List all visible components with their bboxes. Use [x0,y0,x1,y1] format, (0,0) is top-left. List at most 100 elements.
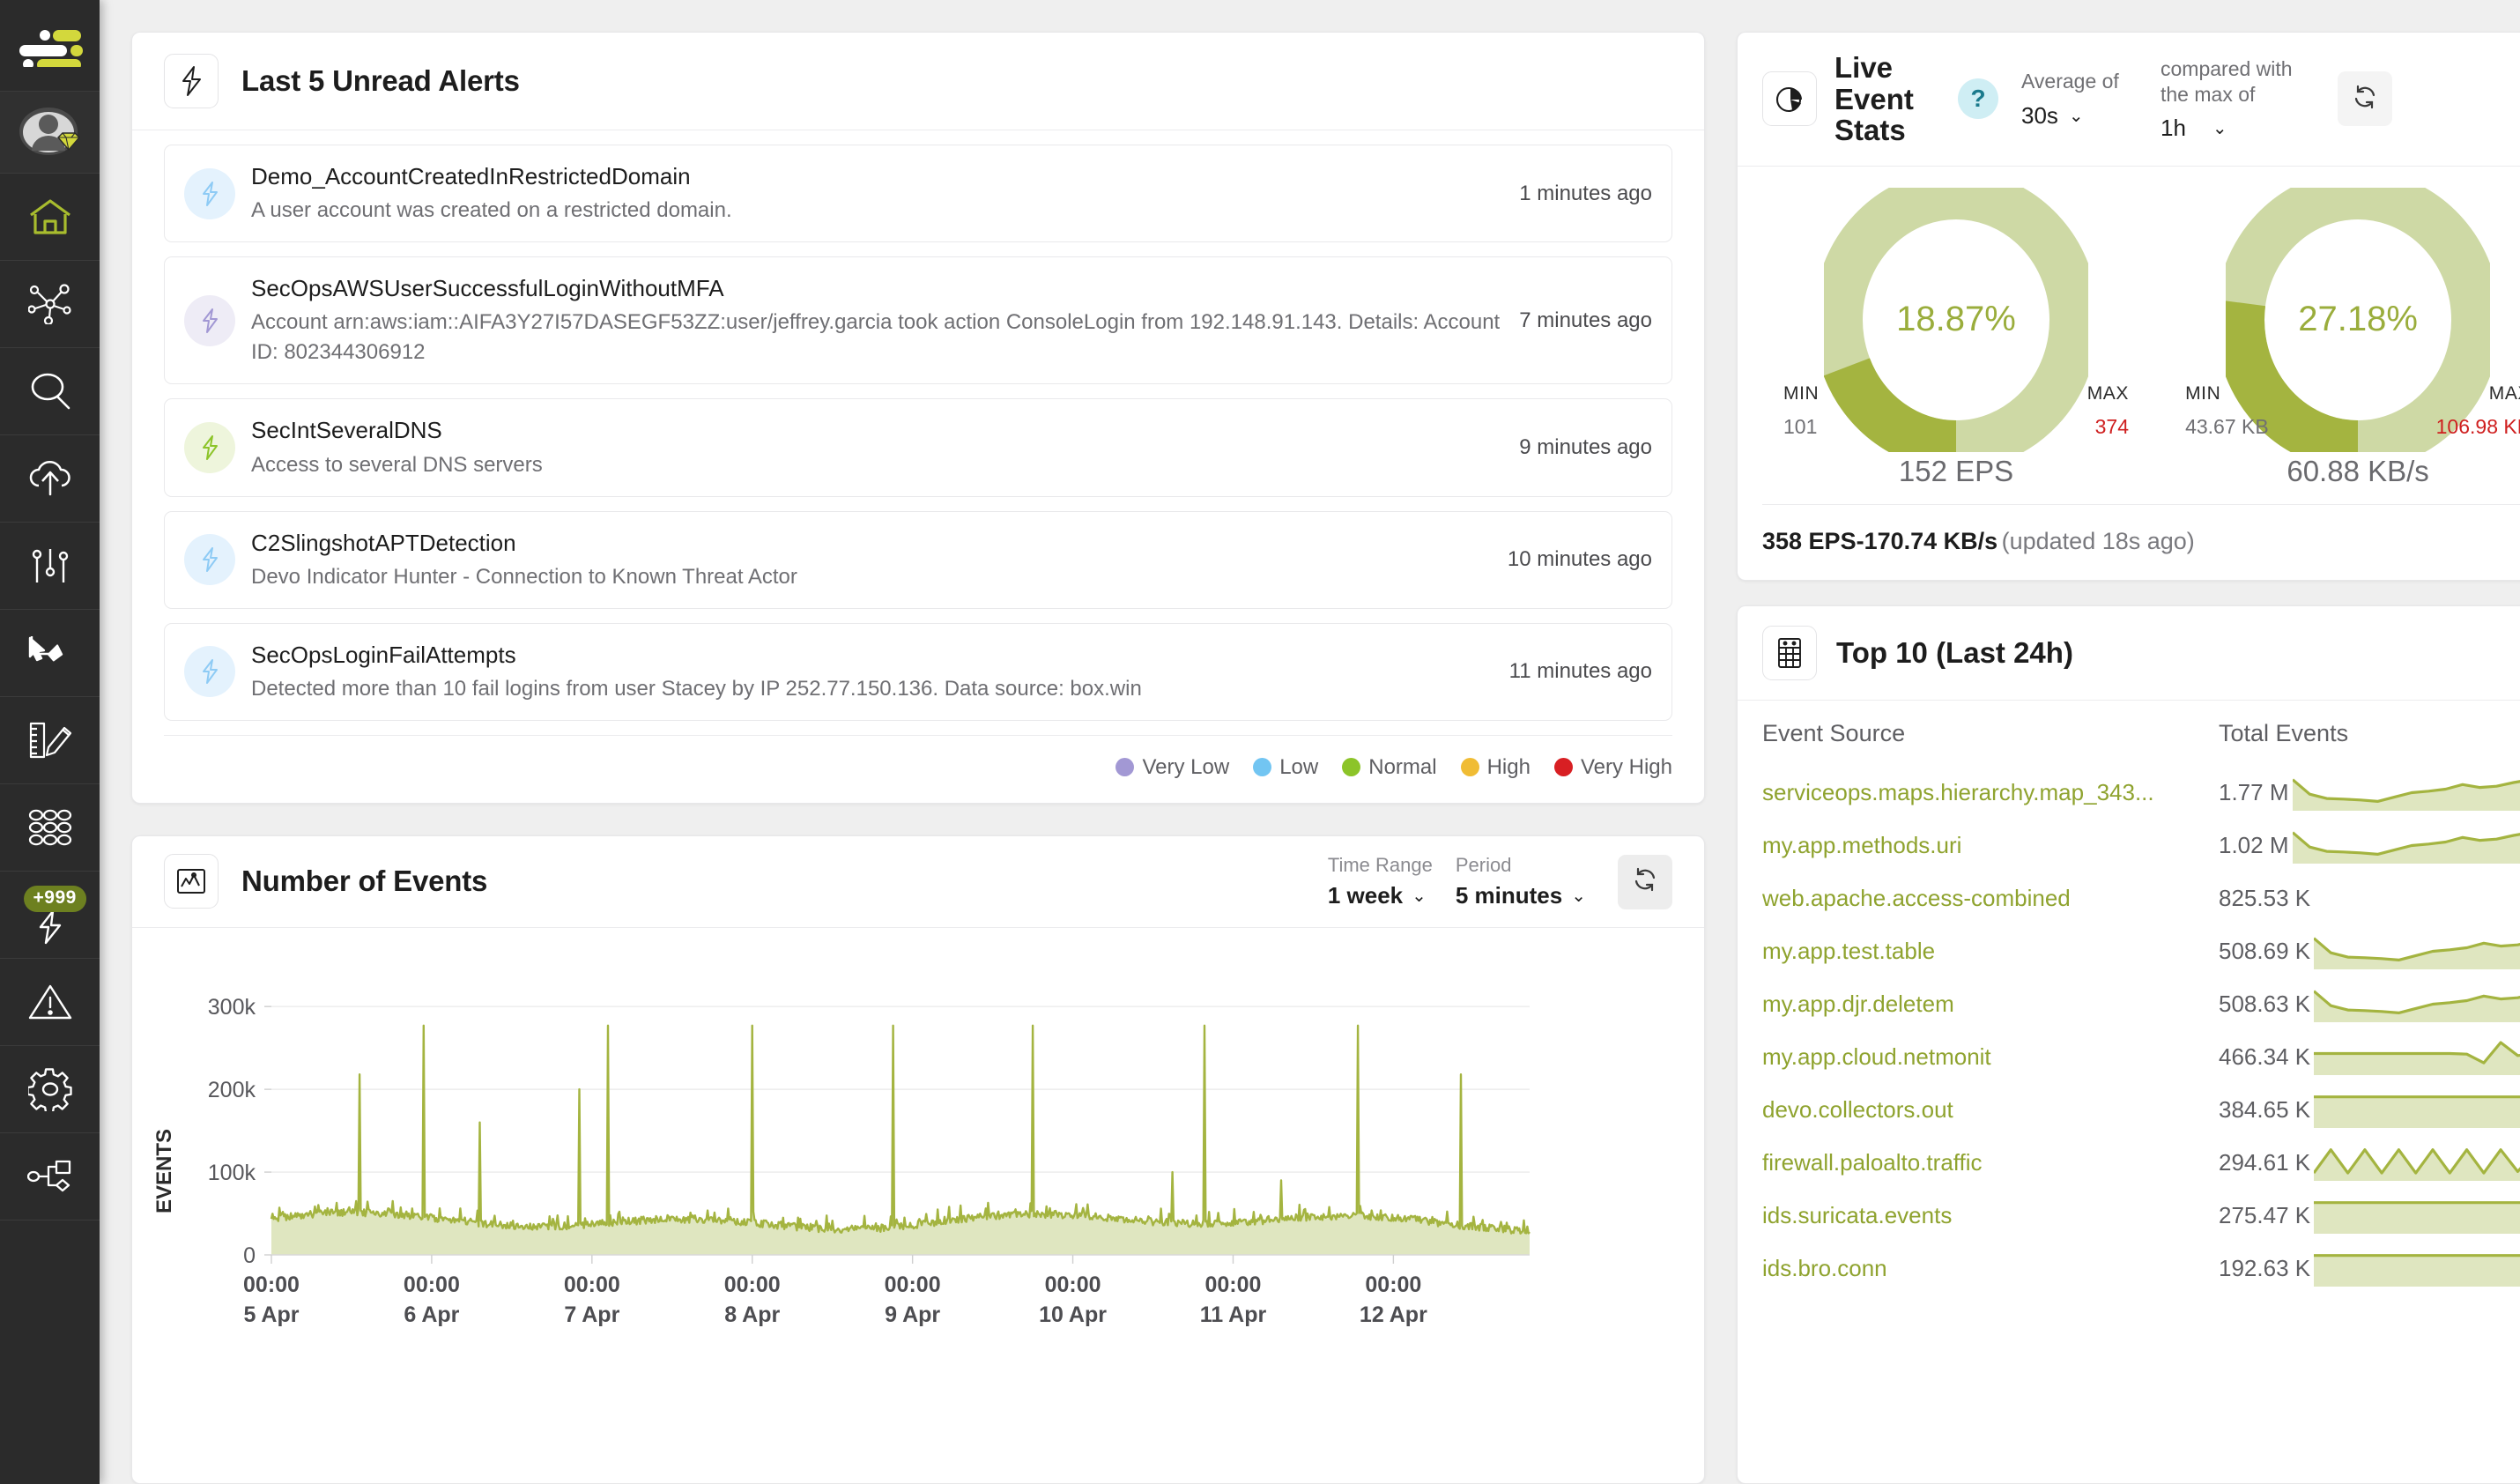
table-row[interactable]: devo.collectors.out 384.65 K [1762,1084,2520,1137]
throughput-donut: 27.18% MIN 43.67 KB MAX 106.98 KB 60.88 … [2157,169,2520,488]
chevron-down-icon: ⌄ [1571,886,1586,906]
table-row[interactable]: firewall.paloalto.traffic 294.61 K [1762,1137,2520,1190]
period-value[interactable]: 5 minutes ⌄ [1456,882,1586,909]
time-range-control[interactable]: Time Range 1 week ⌄ [1328,854,1433,909]
time-range-value[interactable]: 1 week ⌄ [1328,882,1433,909]
table-header-row: Event Source Total Events [1762,720,2520,767]
x-tick-time: 00:00 [1204,1273,1261,1297]
table-row[interactable]: ids.bro.conn 192.63 K [1762,1243,2520,1295]
table-row[interactable]: my.app.djr.deletem 508.63 K [1762,978,2520,1031]
alert-title: SecIntSeveralDNS [251,417,442,444]
donut-total: 152 EPS [1898,454,2014,487]
sidebar-item-alerts[interactable]: +999 [0,872,100,959]
compared-with-control[interactable]: compared with the max of 1h ⌄ [2161,56,2315,143]
total-events-value: 275.47 K [2219,1202,2311,1229]
sidebar-item-home[interactable] [0,174,100,261]
sidebar-item-administration[interactable] [0,1046,100,1133]
legend-item-very-high: Very High [1553,755,1672,780]
user-avatar-icon [19,105,81,160]
event-source-link[interactable]: serviceops.maps.hierarchy.map_343... [1762,779,2219,806]
compared-with-label: compared with the max of [2161,56,2293,106]
event-source-link[interactable]: my.app.methods.uri [1762,832,2219,859]
refresh-button[interactable] [1618,854,1672,909]
sidebar-item-search[interactable] [0,348,100,435]
page-title: Last 5 Unread Alerts [241,64,520,97]
list-item[interactable]: SecOpsLoginFailAttempts Detected more th… [164,622,1672,721]
sidebar-item-warnings[interactable] [0,959,100,1046]
x-tick-time: 00:00 [404,1273,460,1297]
alert-description: Account arn:aws:iam::AIFA3Y27I57DASEGF53… [251,310,1501,365]
x-tick-date: 7 Apr [564,1302,619,1327]
x-tick-time: 00:00 [564,1273,620,1297]
legend-label: Low [1279,754,1319,779]
total-events-value: 466.34 K [2219,1043,2311,1071]
sidebar-item-upload[interactable] [0,435,100,523]
y-axis-label: EVENTS [155,1129,176,1213]
event-source-link[interactable]: firewall.paloalto.traffic [1762,1149,2219,1176]
event-source-link[interactable]: ids.suricata.events [1762,1202,2219,1229]
sidebar-item-relations[interactable] [0,1133,100,1221]
alert-text: SecIntSeveralDNS Access to several DNS s… [235,415,1519,479]
legend-label: Very Low [1142,754,1230,779]
home-icon [28,197,72,236]
cursor-arrow-icon [28,634,72,672]
legend-item-low: Low [1253,755,1318,780]
table-row[interactable]: my.app.cloud.netmonit 466.34 K [1762,1031,2520,1084]
sparkline [2314,985,2520,1024]
question-mark-icon[interactable]: ? [1958,78,1998,120]
chevron-down-icon: ⌄ [2068,106,2084,126]
event-source-link[interactable]: ids.bro.conn [1762,1255,2219,1282]
alert-text: SecOpsLoginFailAttempts Detected more th… [235,640,1509,704]
alert-text: Demo_AccountCreatedInRestrictedDomain A … [235,161,1519,226]
y-tick-label: 100k [208,1161,256,1185]
column-header-event-source: Event Source [1762,719,1906,746]
event-source-link[interactable]: my.app.cloud.netmonit [1762,1043,2219,1071]
compared-with-value[interactable]: 1h ⌄ [2161,115,2315,142]
table-row[interactable]: ids.suricata.events 275.47 K [1762,1190,2520,1243]
alert-list: Demo_AccountCreatedInRestrictedDomain A … [132,130,1704,721]
live-stats-footer: 358 EPS-170.74 KB/s (updated 18s ago) [1762,503,2520,580]
sidebar-item-logo[interactable] [0,0,100,92]
event-source-link[interactable]: my.app.test.table [1762,938,2219,965]
table-row[interactable]: my.app.methods.uri 1.02 M [1762,820,2520,872]
top10-header: Top 10 (Last 24h) [1738,606,2520,701]
sidebar-item-sliders[interactable] [0,523,100,610]
x-tick-time: 00:00 [724,1273,781,1297]
list-item[interactable]: C2SlingshotAPTDetection Devo Indicator H… [164,510,1672,609]
sidebar-item-editor[interactable] [0,697,100,784]
legend-item-high: High [1460,755,1531,780]
event-source-link[interactable]: my.app.djr.deletem [1762,991,2219,1018]
list-item[interactable]: SecIntSeveralDNS Access to several DNS s… [164,398,1672,497]
chart-controls: Time Range 1 week ⌄ Period 5 minutes ⌄ [1328,854,1672,909]
grid-dots-icon [28,809,72,846]
sidebar-item-flow[interactable] [0,610,100,697]
total-events-value: 508.63 K [2219,991,2311,1018]
refresh-button[interactable] [2338,71,2392,127]
min-block: MIN 101 [1783,383,1819,439]
sidebar-item-avatar[interactable] [0,92,100,174]
event-source-link[interactable]: devo.collectors.out [1762,1096,2219,1124]
sidebar-item-apps[interactable] [0,784,100,872]
average-of-control[interactable]: Average of 30s ⌄ [2021,69,2138,129]
table-row[interactable]: my.app.test.table 508.69 K [1762,925,2520,978]
average-of-value[interactable]: 30s ⌄ [2021,102,2138,130]
x-tick-time: 00:00 [243,1273,300,1297]
x-tick-date: 12 Apr [1360,1302,1427,1327]
sparkline [2292,774,2520,812]
table-row[interactable]: serviceops.maps.hierarchy.map_343... 1.7… [1762,767,2520,820]
period-control[interactable]: Period 5 minutes ⌄ [1456,854,1586,909]
legend-dot-icon [1342,758,1361,777]
refresh-icon [2352,84,2378,115]
event-source-link[interactable]: web.apache.access-combined [1762,885,2219,912]
legend-item-very-low: Very Low [1115,755,1229,780]
sparkline [2314,1250,2520,1288]
alert-severity-icon [184,167,235,219]
severity-legend: Very Low Low Normal High Very High [164,734,1672,803]
x-tick-date: 6 Apr [404,1302,459,1327]
sparkline [2314,1197,2520,1235]
alert-timestamp: 11 minutes ago [1508,659,1652,684]
list-item[interactable]: SecOpsAWSUserSuccessfulLoginWithoutMFA A… [164,256,1672,385]
list-item[interactable]: Demo_AccountCreatedInRestrictedDomain A … [164,145,1672,243]
table-row[interactable]: web.apache.access-combined 825.53 K [1762,872,2520,925]
sidebar-item-network[interactable] [0,261,100,348]
